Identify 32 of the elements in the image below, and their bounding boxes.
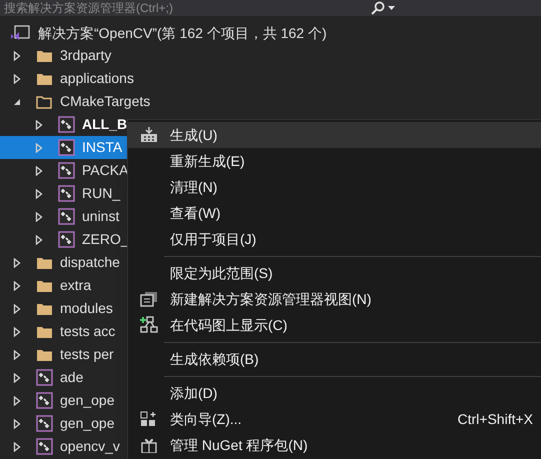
menu-item-label: 仅用于项目(J) [170,230,256,249]
menu-item-label: 管理 NuGet 程序包(N) [170,436,308,455]
menu-item-label: 清理(N) [170,178,218,197]
menu-item-label: 新建解决方案资源管理器视图(N) [170,290,372,309]
tree-item-label: PACKA [82,161,128,180]
tree-item-label: tests per [60,345,114,364]
tree-item-label: dispatche [60,253,120,272]
tree-item-label: modules [60,299,113,318]
tree-item-label: 3rdparty [60,46,112,65]
menu-item-label: 生成(U) [170,126,218,145]
menu-item-label: 类向导(Z)... [170,410,242,429]
tree-item-label: ade [60,368,84,387]
tree-item-label: CMakeTargets [60,92,150,111]
tree-item-label: INSTA [82,138,122,157]
tree-item-label: extra [60,276,92,295]
menu-item-label: 在代码图上显示(C) [170,316,288,335]
shortcut-label: Ctrl+Shift+X [458,410,533,428]
tree-item-label: gen_ope [60,414,115,433]
tree-item-label: gen_ope [60,391,115,410]
menu-item-label: 重新生成(E) [170,152,245,171]
menu-item-label: 生成依赖项(B) [170,350,259,369]
menu-item-label: 查看(W) [170,204,221,223]
tree-item-label: tests acc [60,322,116,341]
solution-label: 解决方案“OpenCV”(第 162 个项目，共 162 个) [38,24,327,43]
tree-item-label: ALL_B [82,115,128,134]
menu-item-label: 添加(D) [170,384,218,403]
menu-item-label: 限定为此范围(S) [170,264,273,283]
tree-item-label: applications [60,69,134,88]
tree-item-label: RUN_ [82,184,120,203]
tree-item-label: opencv_v [60,437,120,456]
tree-item-label: uninst [82,207,120,226]
tree-item-label: ZERO_ [82,230,129,249]
